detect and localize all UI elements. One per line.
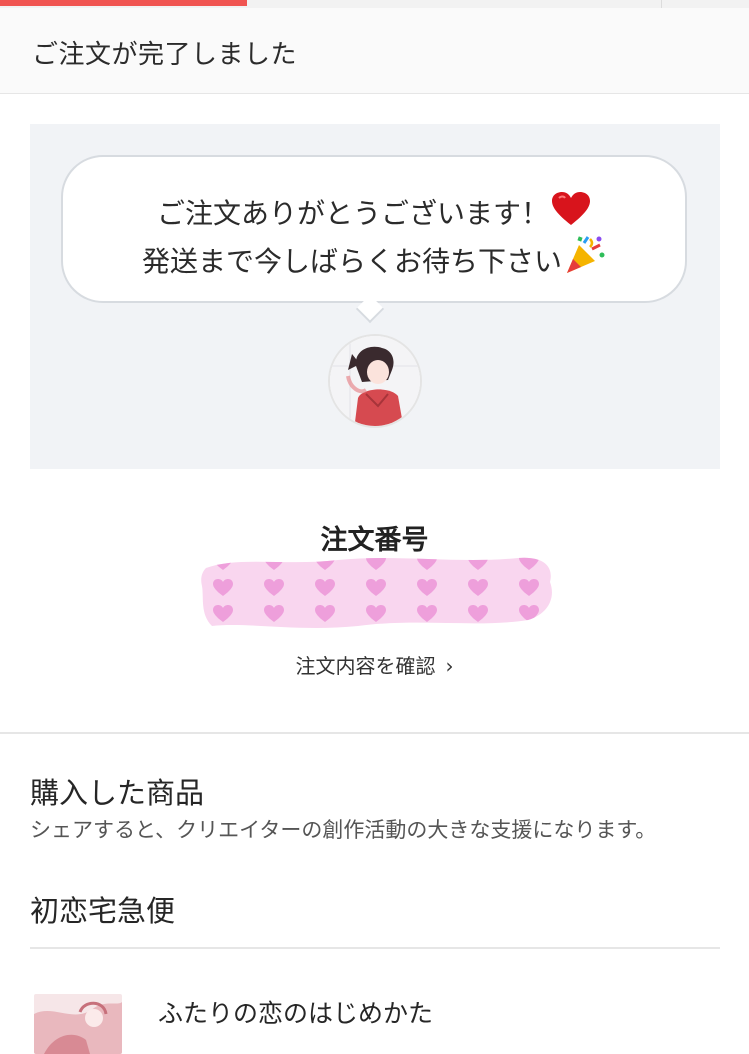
shop-name[interactable]: 初恋宅急便 [30,888,175,930]
party-popper-icon [564,235,606,282]
thank-you-text-1: ご注文ありがとうございます！ [156,197,549,230]
creator-avatar [328,334,422,428]
redacted-order-number [198,548,558,634]
chevron-right-icon: › [445,654,454,678]
progress-bar-fill [0,0,248,6]
thank-you-text-2: 発送まで今しばらくお待ち下さい [141,245,562,278]
shop-divider [30,947,720,949]
product-thumbnail [34,994,122,1054]
view-order-details-label: 注文内容を確認 [295,654,436,678]
page-header: ご注文が完了しました [0,8,749,94]
thank-you-line-1: ご注文ありがとうございます！ [63,191,685,234]
thank-you-line-2: 発送まで今しばらくお待ち下さい [63,235,685,282]
tab-divider [661,0,662,8]
speech-bubble: ご注文ありがとうございます！ 発送まで今しばらくお待ち下さい [61,155,687,303]
view-order-details-link[interactable]: 注文内容を確認 › [0,650,749,679]
heart-icon [551,191,591,234]
page-title: ご注文が完了しました [32,40,298,70]
product-name: ふたりの恋のはじめかた [158,999,434,1028]
product-list-item[interactable]: ふたりの恋のはじめかた [30,990,720,1054]
share-encouragement-text: シェアすると、クリエイターの創作活動の大きな支援になります。 [30,818,657,842]
thank-you-panel: ご注文ありがとうございます！ 発送まで今しばらくお待ち下さい [30,124,720,469]
purchased-items-heading: 購入した商品 [30,776,205,810]
section-divider [0,732,749,734]
